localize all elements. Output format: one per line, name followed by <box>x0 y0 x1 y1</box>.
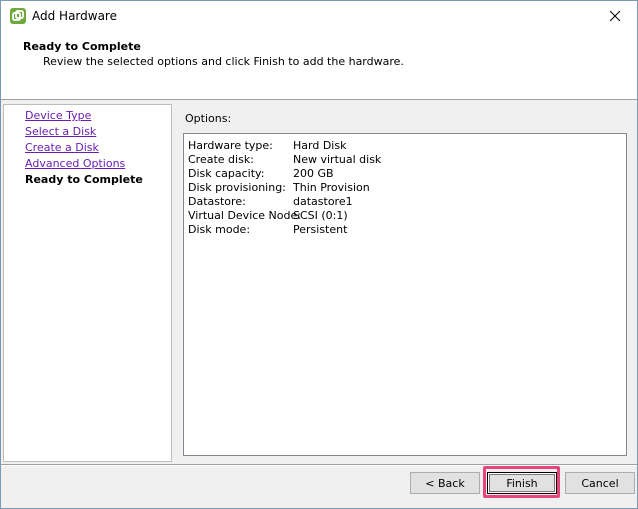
cancel-button[interactable]: Cancel <box>565 472 635 494</box>
page-title: Ready to Complete <box>23 40 141 53</box>
option-key: Disk capacity: <box>188 167 265 180</box>
options-summary[interactable]: Hardware type: Hard Disk Create disk: Ne… <box>183 133 627 456</box>
option-value: SCSI (0:1) <box>293 209 348 222</box>
close-button[interactable] <box>592 1 637 31</box>
nav-step-device-type[interactable]: Device Type <box>25 109 91 122</box>
option-value: New virtual disk <box>293 153 382 166</box>
option-key: Hardware type: <box>188 139 273 152</box>
vsphere-logo-icon <box>10 8 26 24</box>
title-bar[interactable]: Add Hardware <box>1 1 637 31</box>
wizard-steps-nav: Device Type Select a Disk Create a Disk … <box>3 104 172 462</box>
finish-button[interactable]: Finish <box>487 472 557 494</box>
back-button[interactable]: < Back <box>410 472 480 494</box>
page-description: Review the selected options and click Fi… <box>43 55 404 68</box>
footer-divider <box>1 464 637 466</box>
option-key: Virtual Device Node: <box>188 209 301 222</box>
option-key: Datastore: <box>188 195 246 208</box>
option-value: Persistent <box>293 223 348 236</box>
option-value: Thin Provision <box>293 181 370 194</box>
nav-step-advanced-options[interactable]: Advanced Options <box>25 157 125 170</box>
option-key: Disk provisioning: <box>188 181 286 194</box>
option-value: Hard Disk <box>293 139 347 152</box>
option-value: datastore1 <box>293 195 353 208</box>
option-key: Create disk: <box>188 153 254 166</box>
window-title: Add Hardware <box>32 9 117 23</box>
add-hardware-dialog: Add Hardware Ready to Complete Review th… <box>0 0 638 509</box>
option-key: Disk mode: <box>188 223 251 236</box>
option-value: 200 GB <box>293 167 334 180</box>
nav-step-create-disk[interactable]: Create a Disk <box>25 141 99 154</box>
close-icon <box>609 10 620 22</box>
options-label: Options: <box>185 112 232 125</box>
nav-step-ready-to-complete: Ready to Complete <box>25 173 143 186</box>
nav-step-select-disk[interactable]: Select a Disk <box>25 125 96 138</box>
wizard-header: Ready to Complete Review the selected op… <box>1 31 637 100</box>
